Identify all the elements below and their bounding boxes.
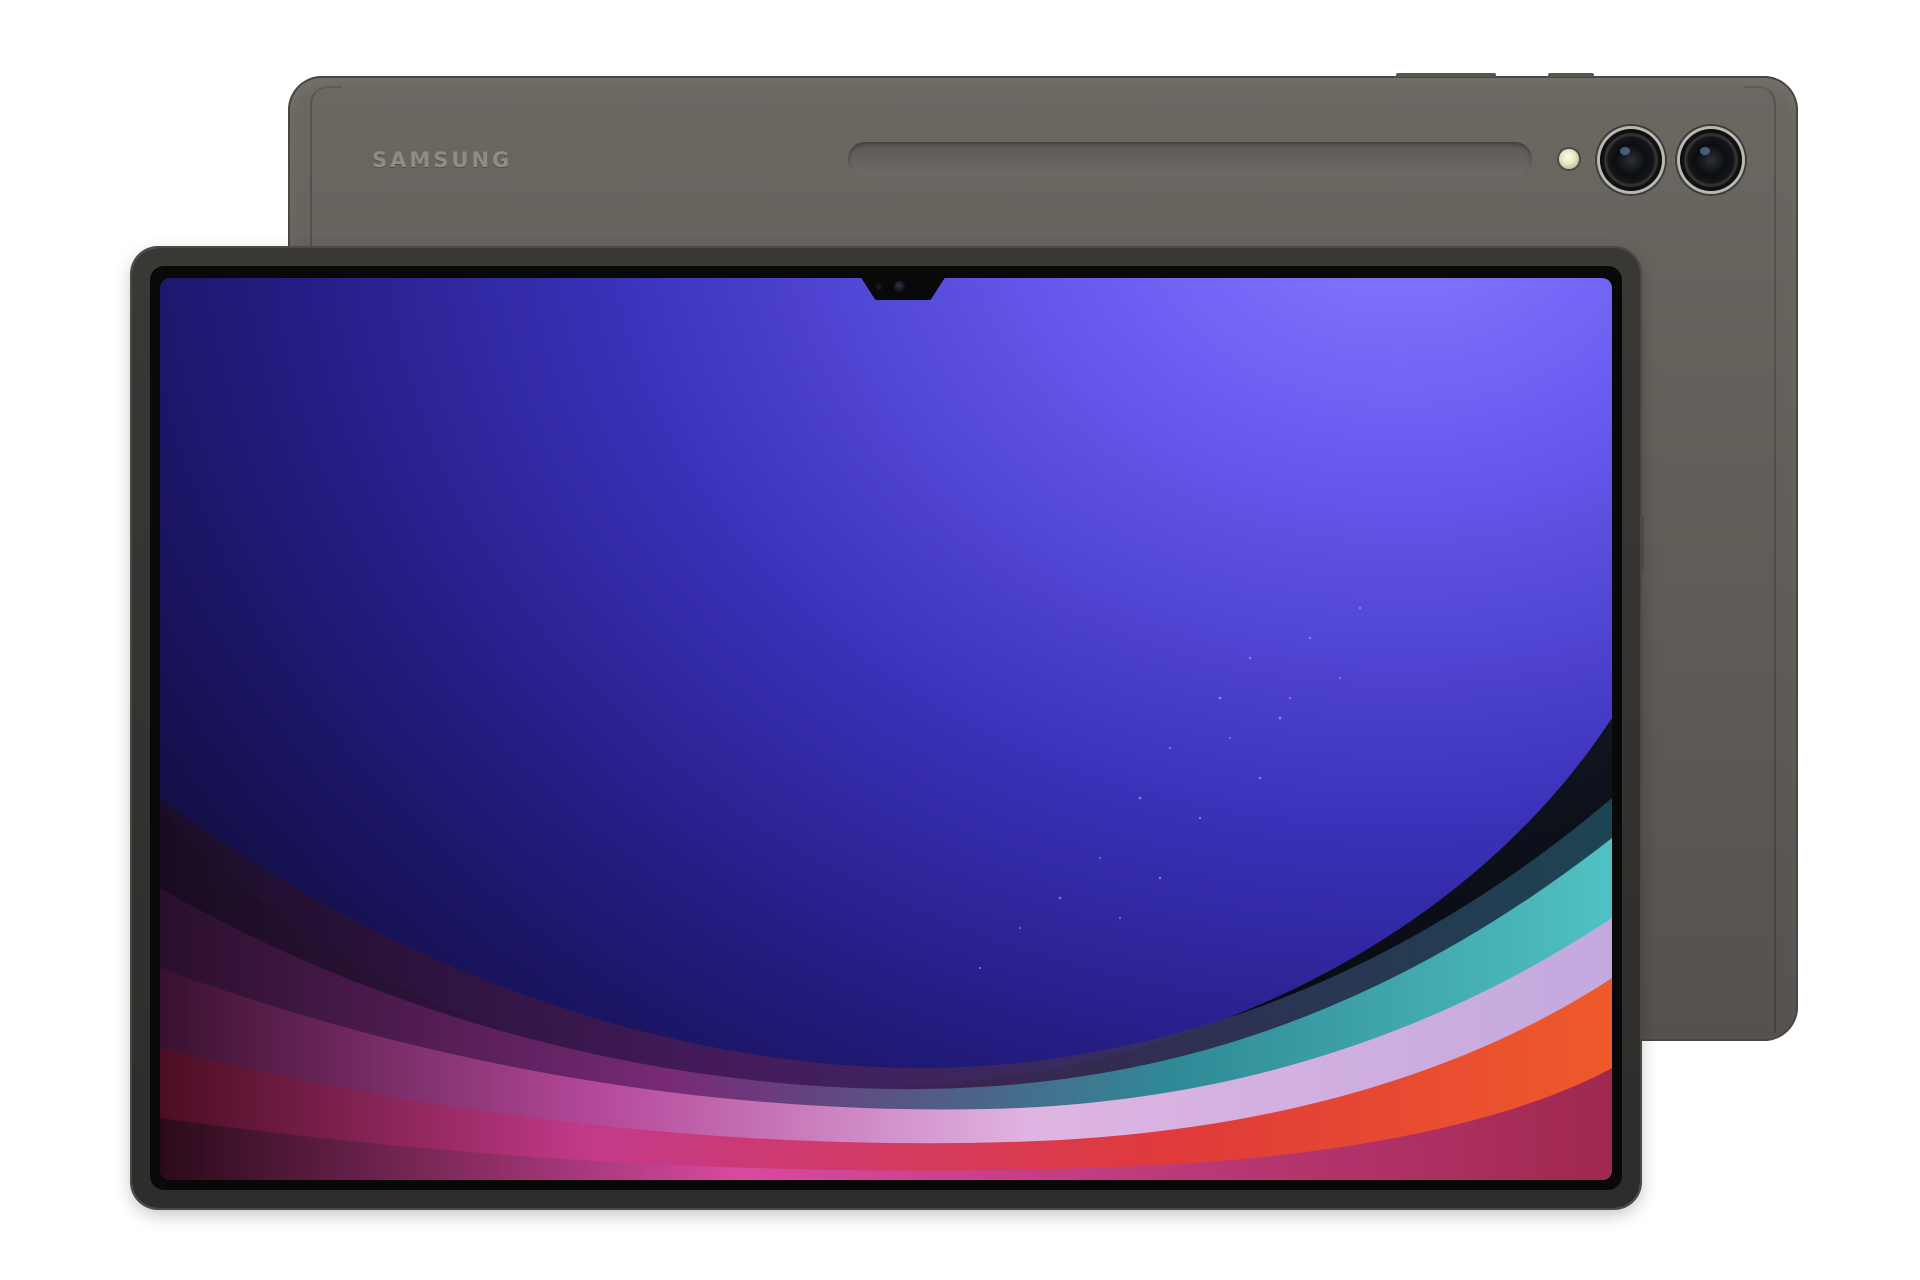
volume-button [1396, 73, 1496, 77]
s-pen-slot [848, 142, 1532, 176]
tablet-back-rail-right [1744, 86, 1776, 1033]
side-key [1640, 516, 1644, 570]
flash-icon [1559, 149, 1579, 169]
proximity-sensor [876, 284, 882, 290]
rear-camera-icon [1600, 129, 1662, 191]
wallpaper [160, 278, 1612, 1180]
display-bezel [150, 266, 1622, 1190]
brand-logo: SAMSUNG [372, 148, 513, 172]
power-button [1548, 73, 1594, 77]
display-screen [160, 278, 1612, 1180]
side-key [1640, 886, 1644, 926]
tablet-front [132, 248, 1644, 1208]
front-camera-icon [894, 281, 906, 293]
rear-camera-icon [1680, 129, 1742, 191]
product-scene: SAMSUNG [0, 0, 1920, 1280]
